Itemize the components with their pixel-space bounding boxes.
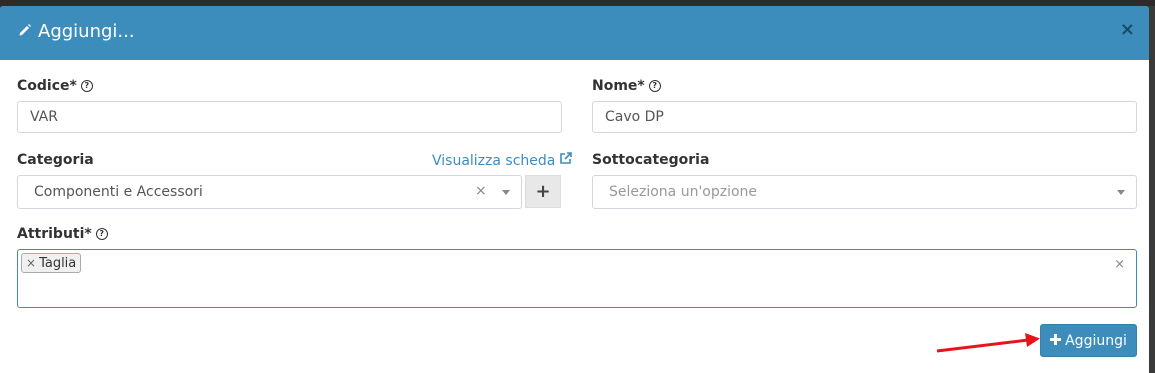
sottocategoria-select[interactable]: Seleziona un'opzione	[592, 175, 1137, 209]
tag-remove-icon[interactable]: ×	[26, 256, 36, 270]
modal-header: Aggiungi... ×	[0, 6, 1149, 60]
attributi-multiselect[interactable]: × Taglia ×	[17, 249, 1137, 308]
chevron-down-icon[interactable]	[502, 190, 510, 195]
modal-title: Aggiungi...	[18, 21, 135, 42]
question-circle-icon[interactable]: ?	[95, 228, 108, 240]
categoria-clear-icon[interactable]: ×	[475, 183, 487, 199]
codice-label: Codice* ?	[17, 78, 93, 94]
visualizza-scheda-link[interactable]: Visualizza scheda	[432, 152, 573, 169]
pencil-icon	[18, 21, 32, 42]
external-link-icon	[559, 152, 573, 169]
attribute-tag: × Taglia	[21, 253, 82, 273]
codice-value: VAR	[30, 109, 58, 125]
attributi-label: Attributi* ?	[17, 226, 108, 242]
codice-input[interactable]: VAR	[17, 101, 562, 133]
modal-title-text: Aggiungi...	[38, 21, 135, 42]
aggiungi-label: Aggiungi	[1065, 332, 1127, 349]
categoria-select[interactable]: Componenti e Accessori	[17, 175, 522, 209]
question-circle-icon[interactable]: ?	[80, 80, 93, 92]
nome-label-text: Nome*	[592, 78, 645, 94]
aggiungi-button[interactable]: Aggiungi	[1040, 324, 1137, 357]
attributi-label-text: Attributi*	[17, 226, 92, 242]
codice-label-text: Codice*	[17, 78, 77, 94]
categoria-label: Categoria	[17, 152, 94, 168]
add-modal: Aggiungi... × Codice* ? VAR Nome* ? Cavo…	[0, 6, 1149, 373]
question-circle-icon[interactable]: ?	[648, 80, 661, 92]
nome-value: Cavo DP	[605, 109, 664, 125]
nome-label: Nome* ?	[592, 78, 661, 94]
close-button[interactable]: ×	[1120, 19, 1135, 40]
attributi-clear-icon[interactable]: ×	[1114, 257, 1125, 272]
sottocategoria-placeholder: Seleziona un'opzione	[609, 184, 758, 200]
categoria-label-text: Categoria	[17, 152, 94, 168]
categoria-value: Componenti e Accessori	[34, 184, 203, 200]
sottocategoria-label-text: Sottocategoria	[592, 152, 710, 168]
nome-input[interactable]: Cavo DP	[592, 101, 1137, 133]
sottocategoria-label: Sottocategoria	[592, 152, 709, 168]
tag-label: Taglia	[39, 255, 77, 271]
chevron-down-icon[interactable]	[1117, 190, 1125, 195]
plus-icon	[1050, 333, 1062, 349]
visualizza-scheda-text: Visualizza scheda	[432, 152, 556, 169]
annotation-arrow	[936, 333, 1040, 353]
add-categoria-button[interactable]: +	[525, 175, 561, 208]
